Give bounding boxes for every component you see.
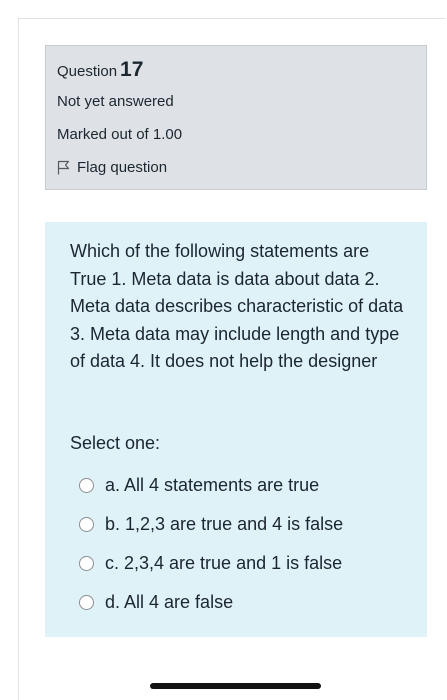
answer-label-a: a. All 4 statements are true bbox=[105, 475, 320, 495]
question-grade: Marked out of 1.00 bbox=[57, 126, 183, 143]
answer-label-d: d. All 4 are false bbox=[105, 592, 234, 612]
answer-label-b: b. 1,2,3 are true and 4 is false bbox=[105, 514, 344, 534]
answer-list: a. All 4 statements are true b. 1,2,3 ar… bbox=[79, 466, 409, 622]
radio-button-b[interactable] bbox=[79, 517, 94, 532]
flag-icon bbox=[57, 160, 70, 175]
answer-option-b[interactable]: b. 1,2,3 are true and 4 is false bbox=[79, 505, 409, 544]
answer-option-d[interactable]: d. All 4 are false bbox=[79, 583, 409, 622]
question-heading: Question 17 bbox=[57, 58, 143, 82]
question-state: Not yet answered bbox=[57, 93, 174, 110]
question-number: 17 bbox=[120, 58, 144, 81]
flag-question-label: Flag question bbox=[77, 159, 168, 176]
question-label: Question bbox=[57, 63, 118, 80]
question-content-panel: Which of the following statements are Tr… bbox=[45, 222, 427, 637]
answer-option-c[interactable]: c. 2,3,4 are true and 1 is false bbox=[79, 544, 409, 583]
question-text: Which of the following statements are Tr… bbox=[70, 241, 404, 371]
question-info-panel: Question 17 Not yet answered Marked out o… bbox=[45, 45, 427, 190]
radio-button-a[interactable] bbox=[79, 478, 94, 493]
answer-label-c: c. 2,3,4 are true and 1 is false bbox=[105, 553, 343, 573]
flag-question-link[interactable]: Flag question bbox=[57, 159, 167, 176]
radio-button-d[interactable] bbox=[79, 595, 94, 610]
select-one-prompt: Select one: bbox=[70, 433, 161, 453]
radio-button-c[interactable] bbox=[79, 556, 94, 571]
answer-option-a[interactable]: a. All 4 statements are true bbox=[79, 466, 409, 505]
home-indicator[interactable] bbox=[150, 683, 321, 689]
